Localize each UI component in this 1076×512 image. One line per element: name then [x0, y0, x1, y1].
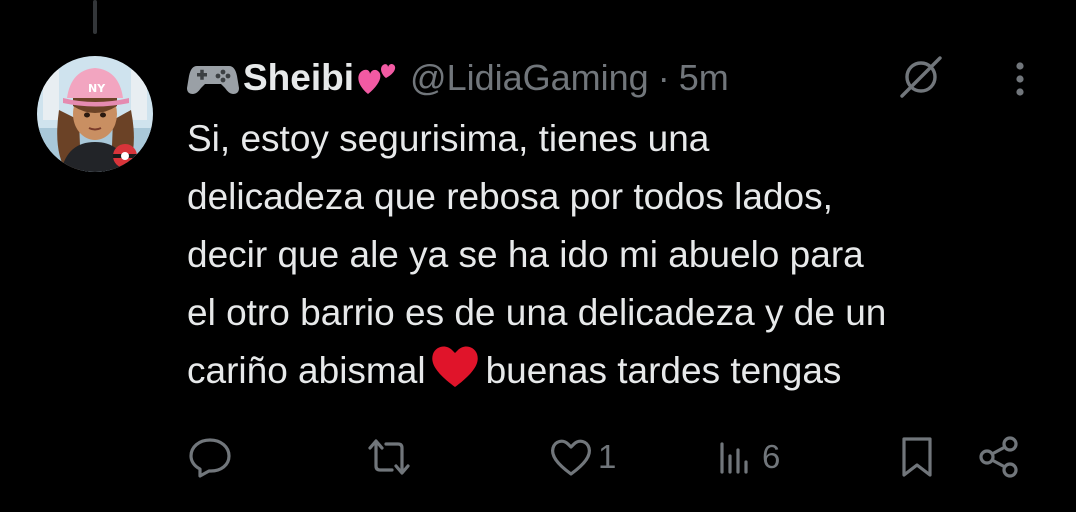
avatar-image: NY [37, 56, 153, 172]
video-game-controller-icon [187, 60, 239, 96]
more-vertical-icon [1016, 62, 1024, 96]
share-button[interactable] [976, 432, 1024, 482]
user-handle[interactable]: @LidiaGaming [410, 57, 649, 99]
tweet-text-line: decir que ale ya se ha ido mi abuelo par… [187, 234, 864, 275]
views-icon [720, 442, 748, 474]
grok-icon [900, 56, 942, 98]
avatar[interactable]: NY [37, 56, 153, 172]
grok-button[interactable] [894, 54, 948, 100]
bookmark-icon [902, 437, 932, 477]
repost-button[interactable] [364, 432, 418, 482]
views-button[interactable]: 6 [718, 432, 780, 482]
like-count: 1 [598, 438, 617, 475]
thread-connector-line [93, 0, 97, 34]
bookmark-button[interactable] [898, 432, 936, 482]
two-hearts-icon [354, 56, 398, 100]
tweet-text-line: Si, estoy segurisima, tienes una [187, 118, 710, 159]
tweet-text-line: delicadeza que rebosa por todos lados, [187, 176, 833, 217]
more-options-button[interactable] [1004, 58, 1036, 100]
tweet-text-line: el otro barrio es de una delicadeza y de… [187, 292, 887, 333]
tweet-text-segment: buenas tardes tengas [485, 350, 842, 391]
tweet-text-line: cariño abismal buenas tardes tengas [187, 342, 1067, 406]
tweet-text-segment: cariño abismal [187, 350, 426, 391]
reply-icon [189, 438, 231, 478]
heart-icon [550, 439, 592, 476]
timestamp[interactable]: 5m [679, 57, 729, 99]
display-name[interactable]: Sheibi [243, 57, 354, 99]
like-button[interactable]: 1 [548, 432, 616, 482]
tweet-text: Si, estoy segurisima, tienes una delicad… [187, 110, 1067, 406]
red-heart-icon [430, 343, 480, 406]
tweet-header: Sheibi @LidiaGaming · 5m [187, 52, 729, 104]
share-icon [979, 436, 1018, 478]
reply-button[interactable] [188, 432, 238, 482]
repost-icon [368, 439, 410, 475]
views-count: 6 [762, 438, 781, 475]
separator-dot: · [657, 57, 670, 98]
svg-text:NY: NY [88, 82, 106, 95]
